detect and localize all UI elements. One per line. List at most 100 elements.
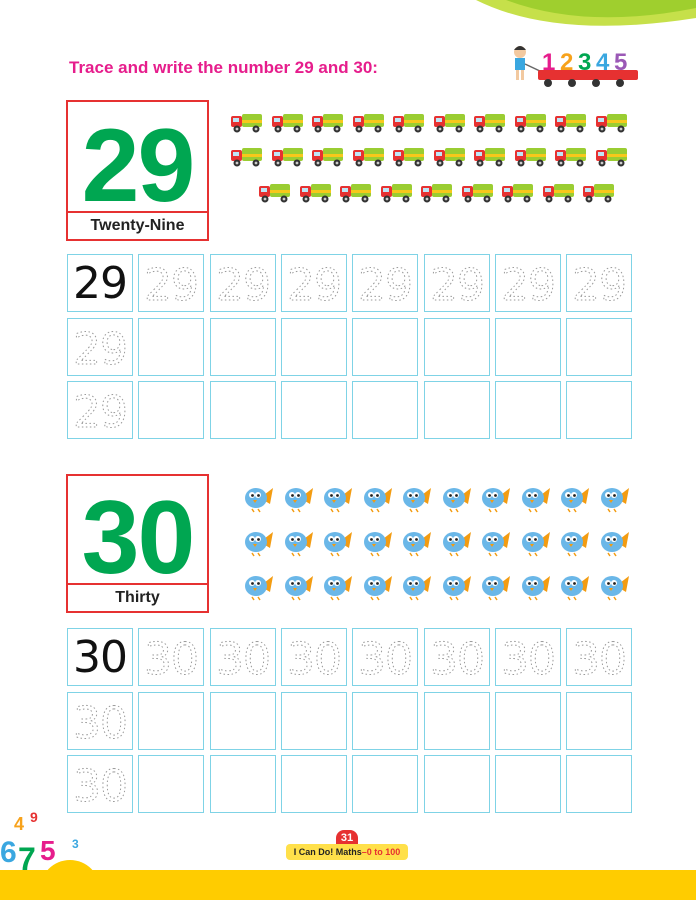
svg-text:30: 30 <box>73 698 127 746</box>
empty-writing-cell[interactable] <box>280 691 347 750</box>
bird-icon <box>440 484 472 514</box>
empty-writing-cell[interactable] <box>352 381 419 439</box>
trace-number-cell[interactable]: 30 <box>566 628 633 686</box>
bird-icon <box>282 572 314 602</box>
truck-icon <box>501 180 535 204</box>
svg-text:30: 30 <box>430 634 484 682</box>
truck-icon <box>352 144 386 168</box>
empty-writing-cell[interactable] <box>280 317 347 376</box>
empty-writing-cell[interactable] <box>209 691 276 750</box>
empty-writing-cell[interactable] <box>138 381 205 439</box>
trace-number-cell[interactable]: 29 <box>67 381 133 439</box>
trace-number-cell[interactable]: 29 <box>566 254 633 312</box>
dotted-number: 29 <box>427 258 487 309</box>
dotted-number: 30 <box>213 632 273 683</box>
empty-writing-cell[interactable] <box>138 317 205 376</box>
empty-writing-cell[interactable] <box>423 381 490 439</box>
empty-writing-cell[interactable] <box>423 755 490 813</box>
bird-picture-group <box>242 484 642 604</box>
solid-number-cell[interactable]: 29 <box>67 254 133 312</box>
truck-icon <box>473 110 507 134</box>
trace-number-cell[interactable]: 30 <box>494 628 561 686</box>
empty-writing-cell[interactable] <box>494 317 561 376</box>
trace-number-cell[interactable]: 29 <box>423 254 490 312</box>
truck-icon <box>542 180 576 204</box>
empty-writing-cell[interactable] <box>494 381 561 439</box>
empty-writing-cell[interactable] <box>280 381 347 439</box>
trace-number-cell[interactable]: 29 <box>352 254 419 312</box>
truck-icon <box>554 144 588 168</box>
bird-icon <box>479 572 511 602</box>
empty-writing-cell[interactable] <box>566 381 633 439</box>
empty-writing-cell[interactable] <box>352 317 419 376</box>
cell-number: 30 <box>73 631 128 683</box>
trace-number-cell[interactable]: 29 <box>138 254 205 312</box>
truck-icon <box>595 110 629 134</box>
bird-icon <box>321 572 353 602</box>
dotted-number: 29 <box>284 258 344 309</box>
empty-writing-cell[interactable] <box>423 317 490 376</box>
dotted-number: 29 <box>70 322 130 372</box>
trace-number-cell[interactable]: 30 <box>280 628 347 686</box>
empty-writing-cell[interactable] <box>138 755 205 813</box>
truck-icon <box>595 144 629 168</box>
bird-icon <box>558 572 590 602</box>
empty-writing-cell[interactable] <box>280 755 347 813</box>
empty-writing-cell[interactable] <box>352 691 419 750</box>
svg-text:29: 29 <box>501 260 555 308</box>
truck-icon <box>271 144 305 168</box>
svg-text:29: 29 <box>73 387 127 435</box>
trace-number-cell[interactable]: 29 <box>67 317 133 376</box>
truck-icon <box>514 110 548 134</box>
truck-icon <box>339 180 373 204</box>
dotted-number: 30 <box>355 632 415 683</box>
bird-icon <box>400 528 432 558</box>
book-title: I Can Do! Maths–0 to 100 <box>286 844 408 860</box>
empty-writing-cell[interactable] <box>494 755 561 813</box>
svg-text:9: 9 <box>30 809 38 825</box>
trace-number-cell[interactable]: 29 <box>209 254 276 312</box>
train-digit-2: 2 <box>560 49 573 76</box>
empty-writing-cell[interactable] <box>423 691 490 750</box>
trace-number-cell[interactable]: 29 <box>280 254 347 312</box>
dotted-number: 29 <box>70 385 130 436</box>
svg-text:29: 29 <box>73 324 127 372</box>
empty-writing-cell[interactable] <box>566 317 633 376</box>
trace-number-cell[interactable]: 30 <box>138 628 205 686</box>
solid-number-cell[interactable]: 30 <box>67 628 133 686</box>
svg-text:29: 29 <box>572 260 626 308</box>
big-number: 30 <box>81 480 196 596</box>
trace-number-cell[interactable]: 30 <box>352 628 419 686</box>
bird-icon <box>598 572 630 602</box>
svg-text:29: 29 <box>144 260 198 308</box>
empty-writing-cell[interactable] <box>138 691 205 750</box>
page-footer-badge: 31 I Can Do! Maths–0 to 100 <box>286 830 408 860</box>
empty-writing-cell[interactable] <box>209 755 276 813</box>
number-word: Twenty-Nine <box>68 211 207 239</box>
bird-icon <box>361 484 393 514</box>
empty-writing-cell[interactable] <box>566 691 633 750</box>
empty-writing-cell[interactable] <box>352 755 419 813</box>
truck-icon <box>554 110 588 134</box>
empty-writing-cell[interactable] <box>566 755 633 813</box>
truck-icon <box>582 180 616 204</box>
truck-icon <box>514 144 548 168</box>
kid-number-train-illustration: 1 2 3 4 5 <box>514 46 638 87</box>
dotted-number: 29 <box>141 258 201 309</box>
svg-text:30: 30 <box>216 634 270 682</box>
empty-writing-cell[interactable] <box>209 381 276 439</box>
trace-number-cell[interactable]: 30 <box>423 628 490 686</box>
svg-text:6: 6 <box>0 836 17 869</box>
bird-icon <box>558 528 590 558</box>
trace-number-cell[interactable]: 29 <box>494 254 561 312</box>
svg-text:30: 30 <box>501 634 555 682</box>
svg-text:3: 3 <box>72 837 79 851</box>
bird-icon <box>242 528 274 558</box>
empty-writing-cell[interactable] <box>209 317 276 376</box>
trace-number-cell[interactable]: 30 <box>67 691 133 750</box>
bird-icon <box>361 528 393 558</box>
empty-writing-cell[interactable] <box>494 691 561 750</box>
bird-icon <box>361 572 393 602</box>
trace-number-cell[interactable]: 30 <box>209 628 276 686</box>
cell-number: 29 <box>73 257 128 309</box>
